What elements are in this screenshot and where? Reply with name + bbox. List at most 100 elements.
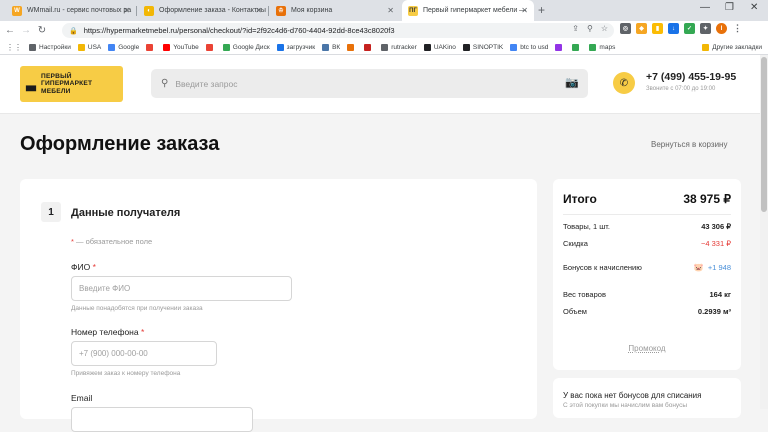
logo-line: мебели xyxy=(41,87,71,95)
step-title: Данные получателя xyxy=(71,207,181,219)
other-bookmarks-label: Другие закладки xyxy=(712,43,762,51)
bookmark-item[interactable] xyxy=(205,43,216,51)
close-window-icon[interactable]: ✕ xyxy=(750,2,758,13)
menu-kebab-icon[interactable]: ⋮ xyxy=(732,23,743,34)
address-bar[interactable]: 🔒 https://hypermarketmebel.ru/personal/c… xyxy=(62,23,614,38)
profile-avatar-icon[interactable]: I xyxy=(716,23,727,34)
bookmark-label: ВК xyxy=(332,43,341,51)
bookmark-favicon-icon xyxy=(423,43,431,51)
goods-value: 43 306 ₽ xyxy=(701,222,731,231)
bookmark-item[interactable] xyxy=(555,43,565,51)
bookmark-favicon-icon xyxy=(146,43,154,51)
folder-icon xyxy=(702,43,710,51)
email-field[interactable] xyxy=(71,407,253,432)
sofa-icon: ▃ xyxy=(26,76,36,91)
bookmark-item[interactable]: rutracker xyxy=(381,43,417,51)
bookmark-label: maps xyxy=(599,43,616,51)
zoom-icon[interactable]: ⚲ xyxy=(587,24,593,33)
browser-tab-wmmail[interactable]: W WMmail.ru - сервис почтовых ра ✕ xyxy=(6,0,136,21)
tab-title: Первый гипермаркет мебели — xyxy=(423,7,527,14)
bookmark-favicon-icon xyxy=(205,43,213,51)
bookmark-item[interactable]: SINOPTIK xyxy=(462,43,503,51)
bonus-card: У вас пока нет бонусов для списания С эт… xyxy=(553,378,741,418)
forward-arrow-icon[interactable]: → xyxy=(20,25,32,36)
search-placeholder: Введите запрос xyxy=(175,78,238,89)
bookmark-label: Google xyxy=(118,43,140,51)
puzzle-extensions-icon[interactable]: ✦ xyxy=(700,23,711,34)
site-search-input[interactable]: ⚲ Введите запрос 📷 xyxy=(151,69,588,98)
site-logo[interactable]: ▃ Первый гипермаркет мебели xyxy=(20,66,123,102)
logo-line: гипермаркет xyxy=(41,80,93,88)
promo-code-link[interactable]: Промокод xyxy=(553,344,741,353)
close-tab-icon[interactable]: ✕ xyxy=(387,6,394,15)
bookmark-item[interactable]: btc to usd xyxy=(510,43,549,51)
bonus-card-subtitle: С этой покупки мы начислим вам бонусы xyxy=(563,402,688,409)
close-tab-icon[interactable]: ✕ xyxy=(123,6,130,15)
bookmark-item[interactable]: загрузчик xyxy=(276,43,315,51)
extension-icon[interactable]: ↓ xyxy=(668,23,679,34)
call-hours: Звоните с 07:00 до 19:00 xyxy=(646,86,716,92)
bookmark-item[interactable]: USA xyxy=(77,43,102,51)
bookmark-label: UAKino xyxy=(433,43,456,51)
share-icon[interactable]: ⇪ xyxy=(572,24,579,33)
bookmark-label: USA xyxy=(87,43,102,51)
lock-icon[interactable]: 🔒 xyxy=(69,27,78,35)
bookmark-favicon-icon xyxy=(347,43,355,51)
phone-icon[interactable]: ✆ xyxy=(613,72,635,94)
phone-field[interactable]: +7 (900) 000-00-00 xyxy=(71,341,217,366)
bookmark-label: btc to usd xyxy=(520,43,549,51)
weight-value: 164 кг xyxy=(709,290,731,299)
back-arrow-icon[interactable]: ← xyxy=(4,25,16,36)
tab-title: Моя корзина xyxy=(291,7,333,14)
minimize-icon[interactable]: — xyxy=(700,2,710,13)
extension-icon[interactable]: ◎ xyxy=(620,23,631,34)
page-title: Оформление заказа xyxy=(20,133,220,155)
extension-icon[interactable]: ▮ xyxy=(652,23,663,34)
bookmark-item[interactable] xyxy=(364,43,374,51)
bookmark-item[interactable]: Google Диск xyxy=(222,43,270,51)
weight-label: Вес товаров xyxy=(563,290,606,299)
piggy-bank-icon: 🐷 xyxy=(693,263,704,272)
bonus-value: +1 948 xyxy=(707,263,731,272)
name-label: ФИО * xyxy=(71,262,96,272)
bookmark-star-icon[interactable]: ☆ xyxy=(601,24,608,33)
name-field[interactable]: Введите ФИО xyxy=(71,276,292,301)
phone-placeholder: +7 (900) 000-00-00 xyxy=(79,349,148,358)
back-to-cart-link[interactable]: Вернуться в корзину xyxy=(651,140,727,149)
logo-line: Первый xyxy=(41,72,72,80)
bookmark-item[interactable]: ВК xyxy=(322,43,341,51)
bookmark-label: Google Диск xyxy=(232,43,270,51)
bookmark-item[interactable] xyxy=(347,43,357,51)
bookmark-item[interactable]: UAKino xyxy=(423,43,456,51)
bookmark-item[interactable]: Настройки xyxy=(29,43,71,51)
maximize-icon[interactable]: ❐ xyxy=(725,2,734,13)
page-scrollbar[interactable] xyxy=(760,55,768,409)
close-tab-icon[interactable]: ✕ xyxy=(521,6,528,15)
bookmark-item[interactable]: Google xyxy=(108,43,140,51)
browser-tab-hypermarket[interactable]: ПГ Первый гипермаркет мебели — ✕ xyxy=(402,0,534,21)
camera-search-icon[interactable]: 📷 xyxy=(565,76,579,89)
bookmark-item[interactable]: maps xyxy=(589,43,616,51)
close-tab-icon[interactable]: ✕ xyxy=(255,6,262,15)
required-note: * — обязательное поле xyxy=(71,237,153,246)
reload-icon[interactable]: ↻ xyxy=(36,25,48,36)
bookmark-item[interactable] xyxy=(146,43,156,51)
bookmark-favicon-icon xyxy=(462,43,470,51)
browser-tab-checkout[interactable]: ◐ Оформление заказа - Контактны ✕ xyxy=(138,0,268,21)
volume-row: Объем 0.2939 м³ xyxy=(563,307,731,316)
scrollbar-thumb[interactable] xyxy=(761,57,767,212)
new-tab-icon[interactable]: + xyxy=(538,3,545,17)
bookmark-item[interactable]: YouTube xyxy=(163,43,199,51)
phone-number[interactable]: +7 (499) 455-19-95 xyxy=(646,71,736,83)
browser-tab-cart[interactable]: ♔ Моя корзина ✕ xyxy=(270,0,400,21)
url-text: https://hypermarketmebel.ru/personal/che… xyxy=(83,26,395,35)
bookmark-item[interactable] xyxy=(572,43,582,51)
discount-value: −4 331 ₽ xyxy=(700,239,731,248)
apps-grid-icon[interactable]: ⋮⋮ xyxy=(6,43,22,52)
extension-icon[interactable]: ✓ xyxy=(684,23,695,34)
other-bookmarks[interactable]: Другие закладки xyxy=(702,43,762,51)
email-label: Email xyxy=(71,393,93,403)
recipient-card: 1 Данные получателя * — обязательное пол… xyxy=(20,179,537,432)
bonus-label: Бонусов к начислению xyxy=(563,263,642,272)
extension-icon[interactable]: ◆ xyxy=(636,23,647,34)
